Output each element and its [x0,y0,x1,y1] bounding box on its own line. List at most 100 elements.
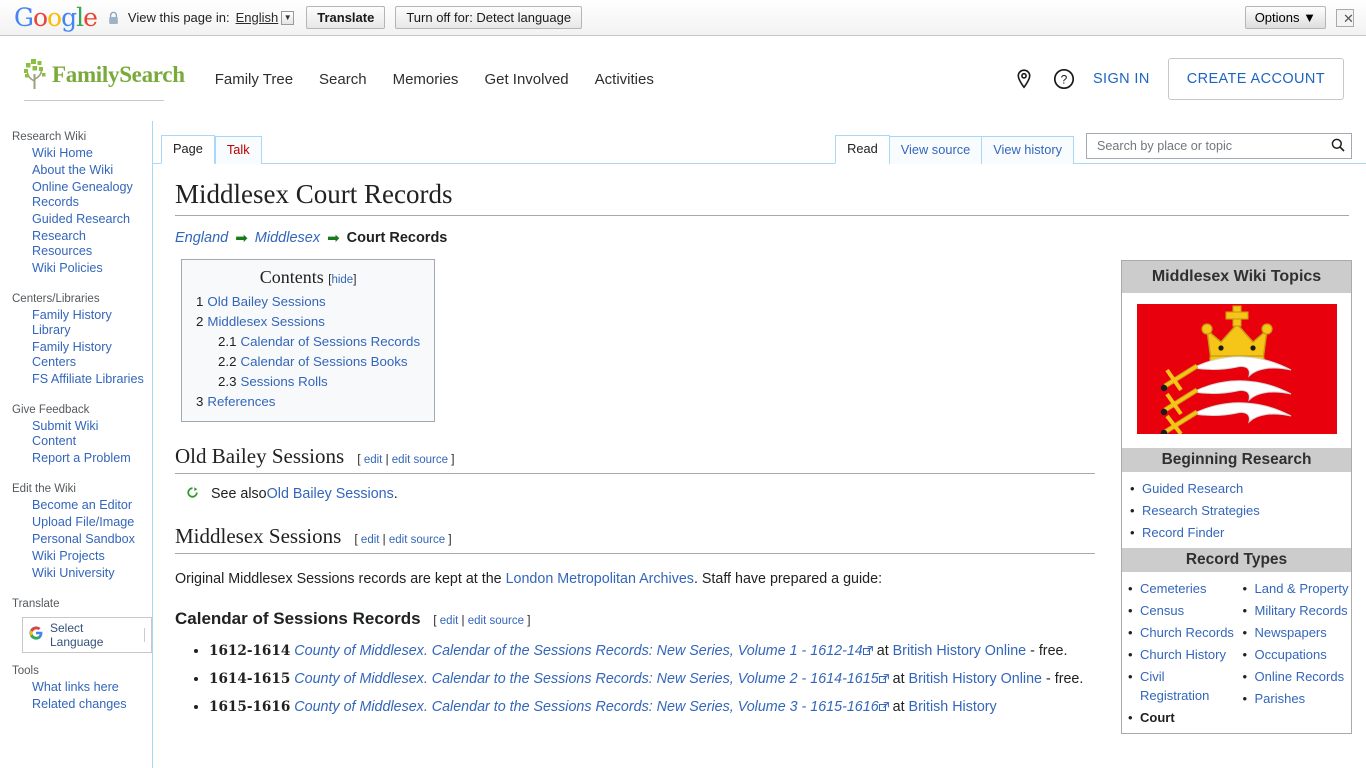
record-title-link[interactable]: County of Middlesex. Calendar to the Ses… [294,671,878,687]
close-icon[interactable]: ✕ [1336,8,1354,27]
translate-options-button[interactable]: Options ▼ [1244,6,1326,29]
infobox-link-research-strategies[interactable]: Research Strategies [1142,503,1260,518]
sidebar-link[interactable]: What links here [32,680,119,694]
toc-entry-link[interactable]: Middlesex Sessions [207,314,325,329]
toc-entry-link[interactable]: References [207,394,275,409]
translate-button[interactable]: Translate [306,6,386,29]
question-circle-icon[interactable]: ? [1053,68,1075,90]
nav-item-family-tree[interactable]: Family Tree [215,71,293,88]
infobox-link-guided-research[interactable]: Guided Research [1142,481,1243,496]
toc-hide-label[interactable]: hide [331,274,353,286]
list-item[interactable]: Church History [1122,643,1237,665]
edit-source-link[interactable]: edit source [468,615,524,627]
sidebar-item-become-an-editor[interactable]: Become an Editor [32,497,146,514]
sidebar-item-family-history-centers[interactable]: Family History Centers [32,339,146,371]
sidebar-link[interactable]: About the Wiki [32,163,113,177]
sidebar-link[interactable]: FS Affiliate Libraries [32,372,144,386]
create-account-button[interactable]: CREATE ACCOUNT [1167,58,1344,100]
infobox-link-census[interactable]: Census [1140,603,1184,618]
language-selector[interactable]: English ▼ [236,10,295,25]
sidebar-link[interactable]: Wiki Policies [32,261,103,275]
toc-entry[interactable]: 2 Middlesex Sessions [196,312,420,332]
record-source-link[interactable]: British History Online [909,671,1042,687]
sidebar-link[interactable]: Wiki University [32,566,115,580]
sidebar-item-personal-sandbox[interactable]: Personal Sandbox [32,531,146,548]
record-title-link[interactable]: County of Middlesex. Calendar of the Ses… [294,643,862,659]
toc-entry-link[interactable]: Sessions Rolls [241,374,328,389]
infobox-link-record-finder[interactable]: Record Finder [1142,525,1224,540]
toc-entry[interactable]: 3 References [196,392,420,412]
sidebar-item-guided-research[interactable]: Guided Research [32,211,146,228]
list-item[interactable]: Church Records [1122,621,1237,643]
list-item[interactable]: Guided Research [1122,477,1351,499]
toc-hide-toggle[interactable]: [hide] [328,274,356,286]
infobox-link-civil-registration[interactable]: Civil Registration [1140,669,1209,703]
sidebar-item-online-genealogy-records[interactable]: Online Genealogy Records [32,179,146,211]
toc-entry[interactable]: 2.3 Sessions Rolls [196,372,420,392]
nav-item-memories[interactable]: Memories [393,71,459,88]
sidebar-item-wiki-university[interactable]: Wiki University [32,565,146,582]
search-icon[interactable] [1331,138,1345,155]
breadcrumb-item-england[interactable]: England [175,230,228,246]
sidebar-item-wiki-projects[interactable]: Wiki Projects [32,548,146,565]
search-box[interactable] [1086,133,1352,159]
record-source-link[interactable]: British History [909,699,997,715]
nav-item-activities[interactable]: Activities [595,71,654,88]
turn-off-translate-button[interactable]: Turn off for: Detect language [395,6,583,29]
sidebar-link[interactable]: Guided Research [32,212,130,226]
toc-entry[interactable]: 2.1 Calendar of Sessions Records [196,332,420,352]
chevron-down-icon[interactable]: ▼ [281,10,295,25]
sidebar-link[interactable]: Wiki Projects [32,549,105,563]
tab-read[interactable]: Read [835,135,890,164]
edit-source-link[interactable]: edit source [392,454,448,466]
list-item[interactable]: Cemeteries [1122,577,1237,599]
sidebar-item-upload-file-image[interactable]: Upload File/Image [32,514,146,531]
list-item[interactable]: Occupations [1237,643,1352,665]
map-pin-icon[interactable] [1013,68,1035,90]
sign-in-link[interactable]: SIGN IN [1093,71,1150,87]
sidebar-link[interactable]: Online Genealogy Records [32,180,133,209]
edit-source-link[interactable]: edit source [389,534,445,546]
sidebar-link[interactable]: Submit Wiki Content [32,419,98,448]
tab-view-history[interactable]: View history [981,136,1074,164]
list-item[interactable]: Newspapers [1237,621,1352,643]
toc-entry-link[interactable]: Calendar of Sessions Records [241,334,421,349]
language-selector-value[interactable]: English [236,10,279,25]
sidebar-item-wiki-policies[interactable]: Wiki Policies [32,260,146,277]
sidebar-item-research-resources[interactable]: Research Resources [32,228,146,260]
list-item[interactable]: Record Finder [1122,521,1351,543]
tab-talk[interactable]: Talk [214,136,262,164]
sidebar-link[interactable]: Research Resources [32,229,92,258]
sidebar-link[interactable]: Family History Library [32,308,112,337]
infobox-link-online-records[interactable]: Online Records [1255,669,1345,684]
infobox-link-church-history[interactable]: Church History [1140,647,1226,662]
nav-item-get-involved[interactable]: Get Involved [484,71,568,88]
sidebar-link[interactable]: Upload File/Image [32,515,134,529]
infobox-link-newspapers[interactable]: Newspapers [1255,625,1327,640]
sidebar-link[interactable]: Family History Centers [32,340,112,369]
infobox-link-church-records[interactable]: Church Records [1140,625,1234,640]
london-metropolitan-archives-link[interactable]: London Metropolitan Archives [506,571,694,587]
list-item[interactable]: Research Strategies [1122,499,1351,521]
list-item[interactable]: Military Records [1237,599,1352,621]
sidebar-item-family-history-library[interactable]: Family History Library [32,307,146,339]
list-item[interactable]: Online Records [1237,665,1352,687]
sidebar-item-fs-affiliate-libraries[interactable]: FS Affiliate Libraries [32,371,146,388]
toc-entry-link[interactable]: Calendar of Sessions Books [241,354,408,369]
infobox-link-parishes[interactable]: Parishes [1255,691,1306,706]
sidebar-item-about-the-wiki[interactable]: About the Wiki [32,162,146,179]
sidebar-item-submit-wiki-content[interactable]: Submit Wiki Content [32,418,146,450]
breadcrumb-item-middlesex[interactable]: Middlesex [255,230,320,246]
sidebar-item-what-links-here[interactable]: What links here [32,679,146,696]
select-language-widget[interactable]: Select Language [22,617,152,653]
tab-page[interactable]: Page [161,135,215,164]
infobox-link-cemeteries[interactable]: Cemeteries [1140,581,1206,596]
infobox-link-military-records[interactable]: Military Records [1255,603,1348,618]
sidebar-item-wiki-home[interactable]: Wiki Home [32,145,146,162]
list-item[interactable]: Land & Property [1237,577,1352,599]
record-title-link[interactable]: County of Middlesex. Calendar to the Ses… [294,699,878,715]
see-also-link[interactable]: Old Bailey Sessions [267,486,394,502]
sidebar-link[interactable]: Become an Editor [32,498,132,512]
search-input[interactable] [1095,138,1331,154]
sidebar-link[interactable]: Personal Sandbox [32,532,135,546]
